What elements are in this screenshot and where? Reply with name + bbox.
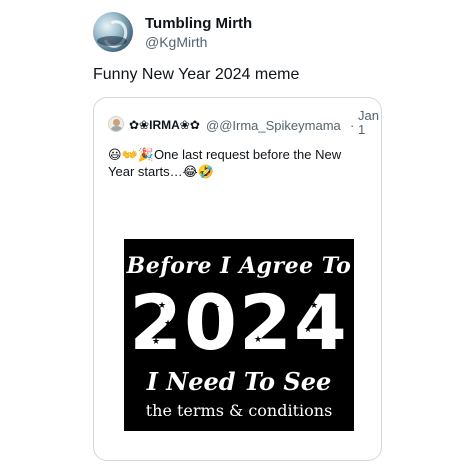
emoji-group-suffix: 😂🤣	[182, 165, 215, 180]
author-avatar[interactable]	[93, 12, 133, 52]
author-display-name[interactable]: Tumbling Mirth	[145, 15, 252, 32]
meme-line-terms: the terms & conditions	[145, 401, 333, 420]
quoted-author-handle: @@Irma_Spikeymama	[206, 118, 341, 133]
star-decoration: ★	[158, 301, 167, 311]
quoted-tweet-text: 😃👐🎉One last request before the New Year …	[108, 147, 368, 181]
star-decoration: ★	[152, 337, 161, 347]
star-decoration: ★	[254, 335, 263, 345]
quoted-tweet-card[interactable]: ✿❀IRMA❀✿ @@Irma_Spikeymama · Jan 1 😃👐🎉On…	[93, 97, 382, 461]
quoted-author-avatar[interactable]	[108, 116, 124, 132]
quoted-separator: ·	[350, 118, 355, 133]
meme-line-i-need-to-see: I Need To See	[146, 367, 332, 396]
meme-line-before-i-agree: Before I Agree To	[126, 253, 352, 279]
author-handle[interactable]: @KgMirth	[145, 34, 207, 50]
star-decoration: ★	[206, 329, 215, 339]
emoji-group-prefix: 😃👐🎉	[108, 148, 154, 163]
quoted-author-display-name: ✿❀IRMA❀✿	[129, 118, 200, 132]
star-decoration: ★	[262, 305, 271, 315]
tweet-text: Funny New Year 2024 meme	[93, 66, 300, 83]
meme-image[interactable]: Before I Agree To 2024 ★ ★ ★ ★ ★ ★ ★ ★ ★…	[124, 239, 354, 431]
star-decoration: ★	[216, 347, 225, 357]
quoted-date: Jan 1	[358, 108, 379, 137]
star-decoration: ★	[304, 325, 313, 335]
star-decoration: ★	[212, 303, 221, 313]
star-decoration: ★	[164, 319, 173, 329]
star-decoration: ★	[310, 301, 319, 311]
star-decoration: ★	[314, 343, 323, 353]
